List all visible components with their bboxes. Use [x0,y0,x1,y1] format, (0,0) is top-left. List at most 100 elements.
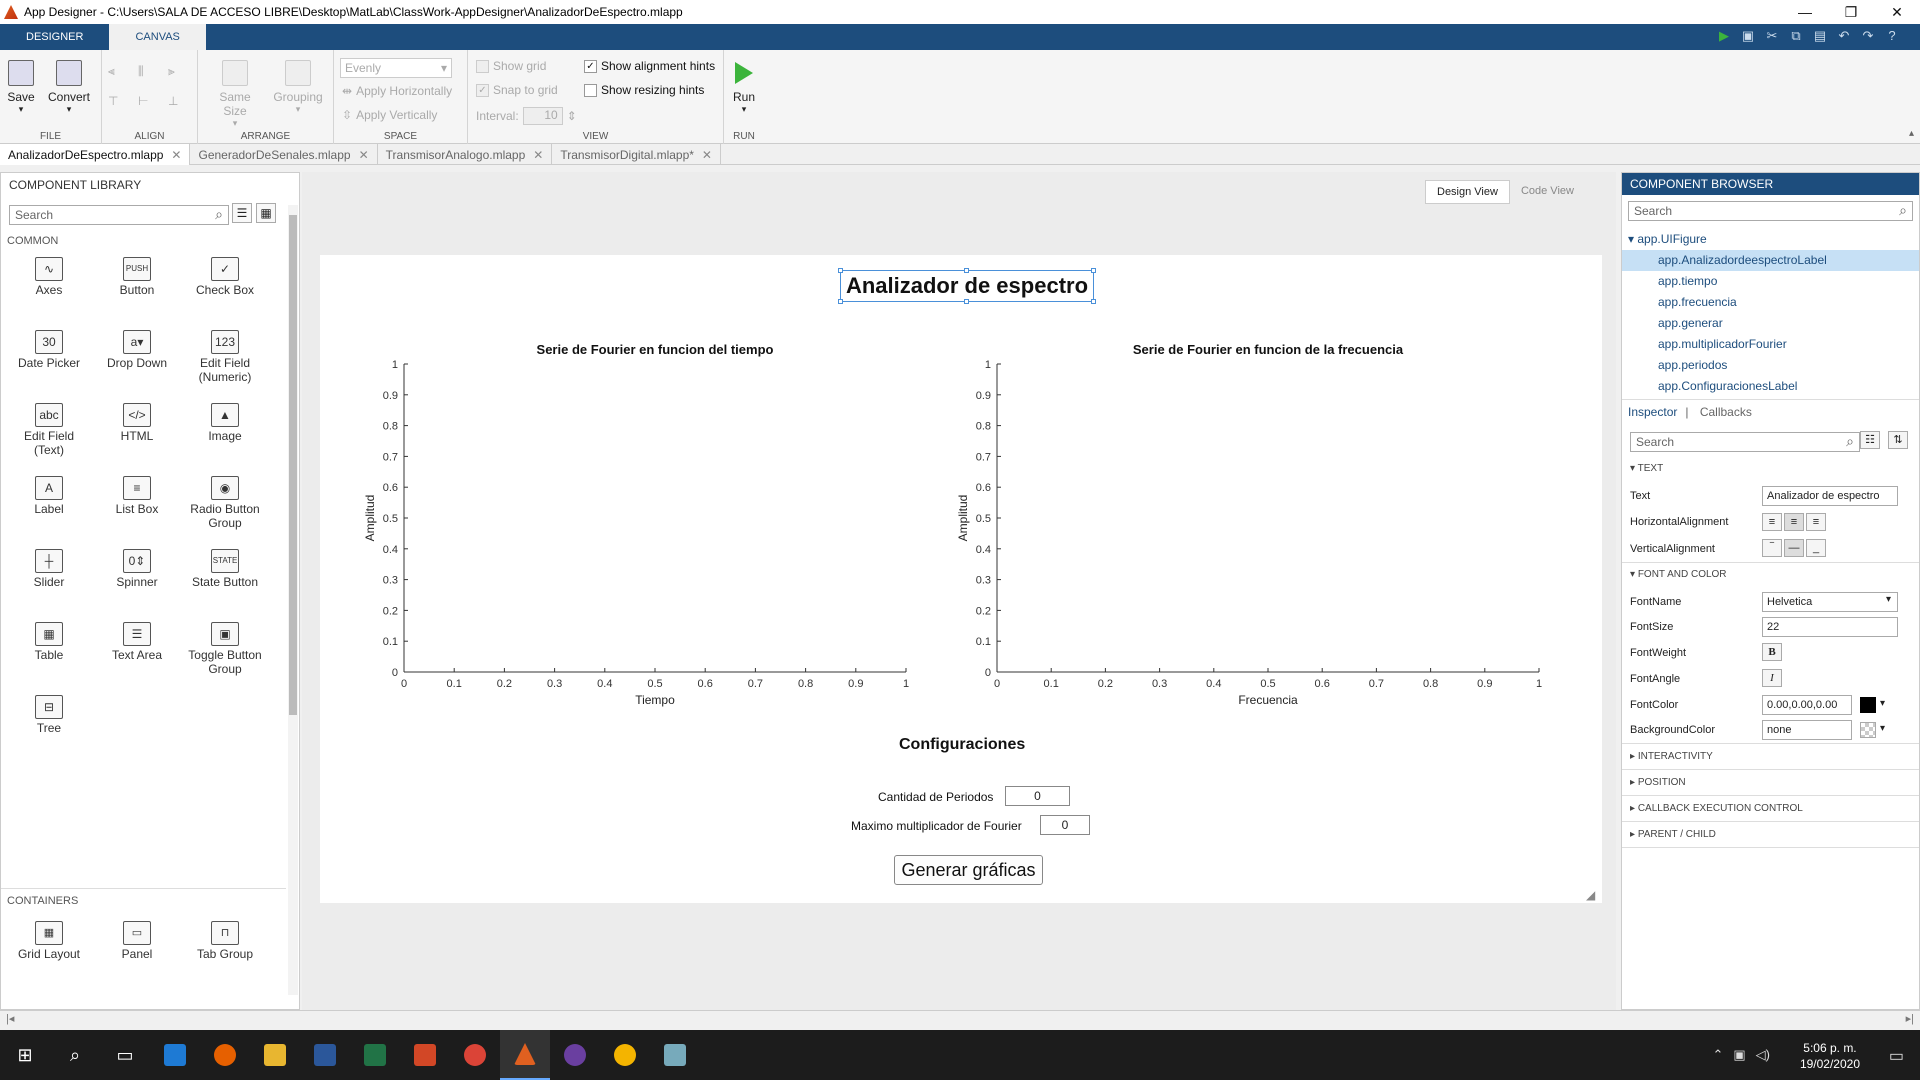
bold-icon[interactable]: B [1762,643,1782,661]
callback-section-header[interactable]: ▸ CALLBACK EXECUTION CONTROL [1630,803,1803,814]
inspector-search-input[interactable]: Search [1630,432,1860,452]
figure-resize-grip-icon[interactable]: ◢ [1586,888,1595,902]
library-item[interactable]: ☰ Text Area [93,622,181,662]
text-prop-field[interactable]: Analizador de espectro [1762,486,1898,506]
library-item[interactable]: a▾ Drop Down [93,330,181,370]
library-item[interactable]: STATE State Button [181,549,269,589]
chevron-up-icon[interactable]: ⌃ [1712,1047,1723,1063]
generate-button[interactable]: Generar gráficas [894,855,1043,885]
edge-icon[interactable] [150,1030,200,1080]
tree-node[interactable]: app.generar [1622,313,1919,334]
library-item[interactable]: ≡ List Box [93,476,181,516]
axes-tiempo[interactable]: 0 0.1 0.2 0.3 0.4 0.5 0.6 0.7 0.8 0.9 1 0 0.1 0.2 0.3 0… [360,340,920,720]
sort-icon[interactable]: ⇅ [1888,431,1908,449]
align-bottom-icon[interactable]: ⊥ [168,94,178,108]
maximize-button[interactable]: ❐ [1828,0,1874,24]
help-icon[interactable]: ? [1884,28,1900,44]
interactivity-section-header[interactable]: ▸ INTERACTIVITY [1630,751,1713,762]
align-right-icon[interactable]: ≡ [1806,513,1826,531]
collapse-ribbon-icon[interactable]: ▴ [1909,128,1914,139]
notification-icon[interactable]: ▭ [1889,1046,1904,1066]
tree-node[interactable]: app.AnalizadordeespectroLabel [1622,250,1919,271]
container-item[interactable]: ▭ Panel [93,921,181,961]
interval-field[interactable]: Interval: 10 ⇕ [476,107,577,125]
network-icon[interactable]: ▣ [1733,1047,1745,1063]
align-center-icon[interactable]: ≡ [1784,513,1804,531]
align-top-icon[interactable]: ‾ [1762,539,1782,557]
align-center-icon[interactable]: ⫼ [138,64,144,79]
paste-icon[interactable]: ▤ [1812,28,1828,44]
tree-root[interactable]: ▾ app.UIFigure [1622,229,1919,250]
tree-node[interactable]: app.ConfiguracionesLabel [1622,376,1919,397]
library-item[interactable]: ◉ Radio Button Group [181,476,269,530]
tree-node[interactable]: app.periodos [1622,355,1919,376]
library-item[interactable]: A Label [5,476,93,516]
file-explorer-icon[interactable] [250,1030,300,1080]
italic-icon[interactable]: I [1762,669,1782,687]
tree-node[interactable]: app.tiempo [1622,271,1919,292]
chrome-icon[interactable] [450,1030,500,1080]
run-icon[interactable]: ▶ [1716,28,1732,44]
tree-node[interactable]: app.frecuencia [1622,292,1919,313]
convert-button[interactable]: Convert ▾ [44,60,94,115]
config-title-label[interactable]: Configuraciones [899,736,1025,754]
file-tab[interactable]: AnalizadorDeEspectro.mlapp ✕ [0,144,191,165]
fourier-label[interactable]: Maximo multiplicador de Fourier [851,819,1022,833]
library-item[interactable]: </> HTML [93,403,181,443]
file-tab[interactable]: TransmisorDigital.mlapp* ✕ [552,144,721,165]
app-icon[interactable] [550,1030,600,1080]
parent-child-section-header[interactable]: ▸ PARENT / CHILD [1630,829,1716,840]
library-item[interactable]: ┼ Slider [5,549,93,589]
align-left-icon[interactable]: ≡ [1762,513,1782,531]
taskbar-clock[interactable]: 5:06 p. m. 19/02/2020 [1800,1040,1860,1072]
align-top-icon[interactable]: ⊤ [108,94,118,108]
grouping-button[interactable]: Grouping ▾ [268,60,328,115]
copy-icon[interactable]: ⧉ [1788,28,1804,44]
code-view-button[interactable]: Code View [1510,180,1585,204]
tree-node[interactable]: app.multiplicadorFourier [1622,334,1919,355]
redo-icon[interactable]: ↷ [1860,28,1876,44]
resize-handle[interactable] [838,268,843,273]
library-item[interactable]: ▣ Toggle Button Group [181,622,269,676]
space-dropdown[interactable]: Evenly [340,58,452,78]
library-scrollbar[interactable] [288,205,298,995]
design-view-button[interactable]: Design View [1425,180,1510,204]
app-icon[interactable] [650,1030,700,1080]
run-button[interactable]: Run ▾ [732,62,756,115]
group-view-icon[interactable]: ☷ [1860,431,1880,449]
minimize-button[interactable]: — [1782,0,1828,24]
close-tab-icon[interactable]: ✕ [533,148,543,162]
volume-icon[interactable]: ◁) [1756,1047,1770,1063]
container-item[interactable]: ⊓ Tab Group [181,921,269,961]
close-tab-icon[interactable]: ✕ [359,148,369,162]
library-item[interactable]: ✓ Check Box [181,257,269,297]
tab-canvas[interactable]: CANVAS [109,24,206,50]
library-item[interactable]: ▲ Image [181,403,269,443]
save-icon[interactable]: ▣ [1740,28,1756,44]
save-button[interactable]: Save ▾ [0,60,43,115]
matlab-icon[interactable] [500,1030,550,1080]
library-item[interactable]: abc Edit Field (Text) [5,403,93,457]
resize-handle[interactable] [964,268,969,273]
chevron-down-icon[interactable]: ▾ [1880,723,1885,734]
same-size-button[interactable]: Same Size ▾ [206,60,264,129]
resize-handle[interactable] [964,299,969,304]
fourier-field[interactable]: 0 [1040,815,1090,835]
font-color-section-header[interactable]: ▾ FONT AND COLOR [1630,569,1727,580]
library-item[interactable]: PUSH Button [93,257,181,297]
tab-designer[interactable]: DESIGNER [0,24,109,50]
container-item[interactable]: ▦ Grid Layout [5,921,93,961]
periodos-label[interactable]: Cantidad de Periodos [878,790,993,804]
cut-icon[interactable]: ✂ [1764,28,1780,44]
scroll-right-icon[interactable]: ▸| [1906,1012,1914,1025]
grid-view-icon[interactable]: ▦ [256,203,276,223]
library-item[interactable]: ∿ Axes [5,257,93,297]
align-middle-icon[interactable]: — [1784,539,1804,557]
fontname-dropdown[interactable]: Helvetica [1762,592,1898,612]
apply-horizontally-button[interactable]: ⇹ Apply Horizontally [342,84,452,98]
show-resizing-hints-checkbox[interactable]: Show resizing hints [584,83,704,97]
word-icon[interactable] [300,1030,350,1080]
undo-icon[interactable]: ↶ [1836,28,1852,44]
close-tab-icon[interactable]: ✕ [702,148,712,162]
periodos-field[interactable]: 0 [1005,786,1070,806]
